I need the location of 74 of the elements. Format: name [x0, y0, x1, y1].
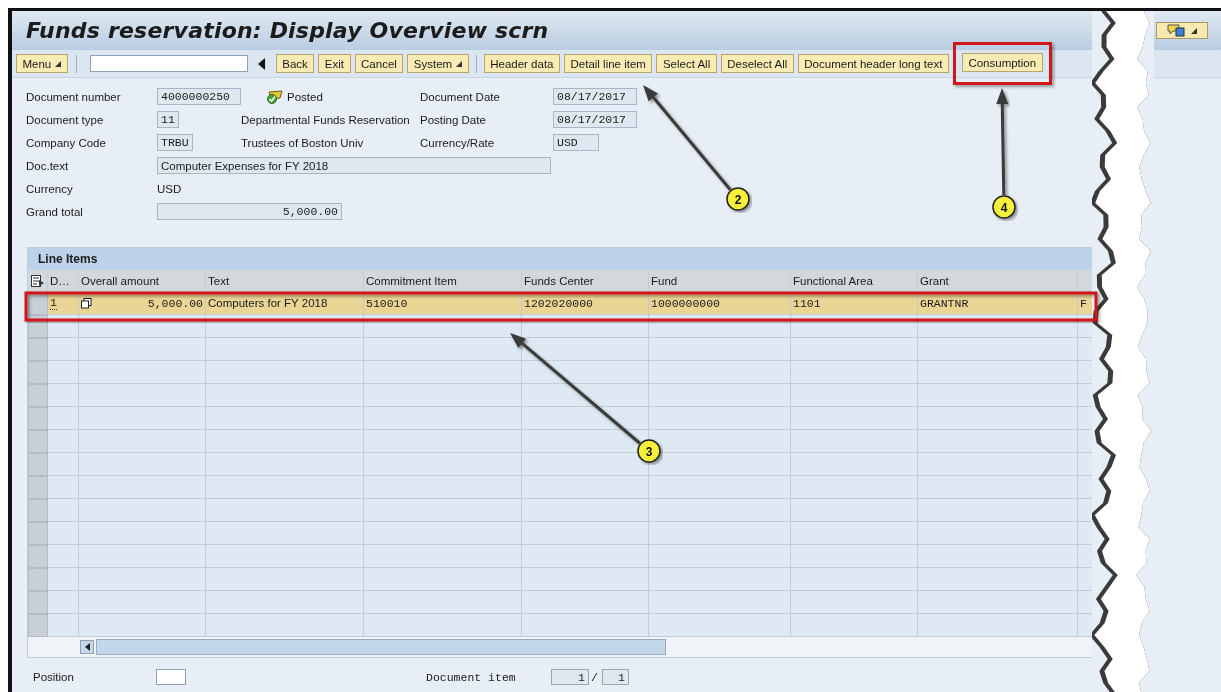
menu-button[interactable]: System: [407, 54, 469, 73]
panel-title: Line Items: [38, 252, 98, 266]
menu-button[interactable]: Menu: [16, 54, 68, 73]
field-label: Document Date: [420, 89, 501, 105]
column-header[interactable]: Fund: [651, 274, 678, 287]
toolbar-button[interactable]: Back: [275, 54, 315, 73]
dropdown-icon: [456, 60, 463, 67]
callout-badge: 2: [726, 187, 750, 211]
column-header[interactable]: Text: [208, 274, 230, 287]
table-cell: 5,000.00: [147, 296, 203, 310]
toolbar-background: [1154, 50, 1221, 78]
field-label: Currency: [26, 181, 74, 197]
field-label: Position: [33, 671, 75, 683]
scroll-left-button[interactable]: [80, 640, 94, 654]
toolbar-button[interactable]: Deselect All: [720, 54, 794, 73]
message-icon: [1167, 24, 1185, 37]
copy-icon[interactable]: [81, 297, 92, 309]
toolbar-button[interactable]: Document header long text: [797, 54, 949, 73]
document-date-field[interactable]: 08/17/2017: [553, 88, 637, 105]
document-type-field[interactable]: 11: [157, 111, 179, 128]
scrollbar-thumb[interactable]: [96, 639, 666, 655]
table-cell: GRANTNR: [920, 296, 969, 310]
back-icon[interactable]: [257, 57, 266, 70]
column-header[interactable]: Functional Area: [793, 274, 873, 287]
table-cell: Computers for FY 2018: [208, 297, 328, 309]
callout-badge: 3: [637, 439, 661, 463]
toolbar-button[interactable]: Detail line item: [564, 54, 653, 73]
dropdown-icon: [1191, 27, 1197, 34]
toolbar-button[interactable]: Cancel: [354, 54, 404, 73]
window-title: Funds reservation: Display Overview scrn: [26, 18, 549, 43]
field-description: Departmental Funds Reservation: [241, 112, 411, 128]
table-cell: 1000000000: [651, 296, 720, 310]
doc-text-field[interactable]: Computer Expenses for FY 2018: [157, 157, 551, 174]
table-cell: 1101: [793, 296, 821, 310]
separator-text: /: [591, 670, 598, 684]
column-header[interactable]: Funds Center: [524, 274, 594, 287]
position-field[interactable]: [156, 669, 186, 685]
document-number-field[interactable]: 4000000250: [157, 88, 241, 105]
item-total-field[interactable]: 1: [601, 669, 629, 685]
field-label: Document number: [26, 89, 122, 105]
dropdown-icon: [55, 60, 62, 67]
column-header[interactable]: D…: [50, 274, 70, 287]
layout-menu-button[interactable]: [1156, 22, 1208, 39]
column-header[interactable]: Overall amount: [81, 274, 159, 287]
toolbar-button[interactable]: Select All: [656, 54, 717, 73]
company-code-field[interactable]: TRBU: [157, 134, 193, 151]
field-value: USD: [157, 182, 182, 195]
currency-rate-field[interactable]: USD: [553, 134, 599, 151]
field-label: Posting Date: [420, 112, 487, 128]
field-label: Company Code: [26, 135, 107, 151]
callout-badge: 4: [992, 195, 1016, 219]
field-label: Currency/Rate: [420, 135, 496, 151]
check-icon: [265, 89, 283, 104]
column-header[interactable]: Grant: [920, 274, 949, 287]
toolbar-button[interactable]: Consumption: [961, 53, 1043, 72]
column-header[interactable]: Commitment Item: [366, 274, 457, 287]
status-text: Posted: [287, 90, 323, 103]
table-cell: 510010: [366, 296, 408, 310]
field-label: Document type: [26, 112, 105, 128]
toolbar-button[interactable]: Exit: [318, 54, 351, 73]
field-label: Grand total: [26, 204, 84, 220]
item-number-field[interactable]: 1: [551, 669, 589, 685]
command-field[interactable]: [89, 55, 248, 72]
grand-total-field[interactable]: 5,000.00: [157, 203, 342, 220]
posting-date-field[interactable]: 08/17/2017: [553, 111, 637, 128]
field-label: Document item: [426, 670, 517, 684]
toolbar-button[interactable]: Header data: [483, 54, 560, 73]
table-cell: 1202020000: [524, 296, 593, 310]
field-description: Trustees of Boston Univ: [241, 135, 365, 151]
left-arrow-icon: [84, 643, 90, 651]
table-cell: 1: [50, 296, 57, 310]
field-label: Doc.text: [26, 158, 70, 174]
table-cell: F: [1080, 296, 1087, 310]
table-settings-icon[interactable]: [31, 274, 44, 287]
